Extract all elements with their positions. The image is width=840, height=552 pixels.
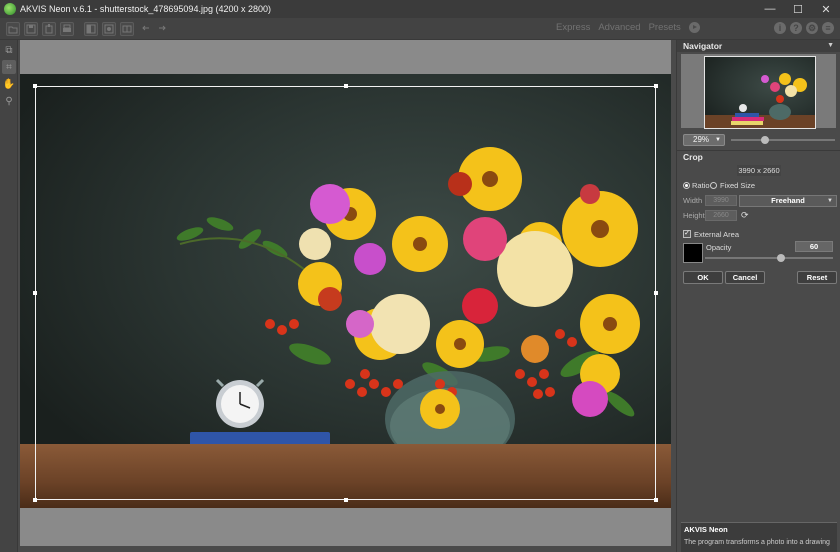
external-area-label: External Area [694,230,740,239]
canvas-bottom-strip [20,546,671,552]
express-mode-button[interactable]: Express [556,22,590,33]
crop-frame[interactable] [33,84,658,502]
redo-icon[interactable] [156,22,170,36]
settings-panel: Navigator ▼ 29% ▼ Crop 3990 x 2660 Ratio… [676,40,840,552]
app-logo-icon [4,3,16,15]
crop-mode-caret-icon: ▼ [827,198,833,204]
zoom-caret-icon: ▼ [715,137,721,143]
hand-icon[interactable]: ✋ [2,77,16,91]
presets-button[interactable]: Presets [649,22,681,33]
navigator-header: Navigator ▼ [677,40,840,52]
crop-handle-top-right[interactable] [654,84,658,88]
window-controls: — ☐ ✕ [756,0,840,18]
swap-orientation-icon[interactable]: ⟳ [741,210,749,221]
help-icon[interactable]: ? [790,22,802,34]
help-title: AKVIS Neon [684,525,728,534]
height-label: Height [683,211,705,220]
ok-button[interactable]: OK [683,271,723,284]
opacity-label: Opacity [706,243,732,252]
zoom-value: 29% [693,135,710,144]
collapse-arrow-icon[interactable]: ▼ [827,40,834,52]
crop-mode-dropdown[interactable]: Freehand ▼ [739,195,837,207]
save-icon[interactable] [24,22,38,36]
zoom-icon[interactable]: ⚲ [2,94,16,108]
crop-handle-top[interactable] [344,84,348,88]
zoom-slider[interactable] [731,136,835,144]
crop-handle-bottom-left[interactable] [33,498,37,502]
help-text: The program transforms a photo into a dr… [684,539,830,546]
ratio-radio[interactable] [683,182,690,189]
fixed-size-label: Fixed Size [720,181,756,190]
image-canvas[interactable] [20,40,671,546]
share-icon[interactable] [42,22,56,36]
compare-icon[interactable] [120,22,134,36]
help-panel: AKVIS Neon The program transforms a phot… [681,522,837,552]
crop-buttons-row: OK Cancel Reset [677,271,840,285]
advanced-mode-button[interactable]: Advanced [598,22,640,33]
fixed-size-radio[interactable] [710,182,717,189]
height-input[interactable]: 2660 [705,210,737,221]
opacity-slider[interactable] [705,254,833,262]
zoom-slider-thumb[interactable] [761,136,769,144]
ratio-label: Ratio [692,181,710,190]
reset-button[interactable]: Reset [797,271,837,284]
maximize-button[interactable]: ☐ [784,0,812,18]
title-bar: AKVIS Neon v.6.1 - shutterstock_47869509… [0,0,840,18]
help-icons: i ? ⚙ ≡ [774,22,834,34]
navigator-window[interactable] [681,54,836,129]
menu-icon[interactable]: ≡ [822,22,834,34]
width-label: Width [683,196,703,205]
zoom-dropdown[interactable]: 29% ▼ [683,134,725,146]
crop-tool-icon[interactable]: ⧉ [2,43,16,57]
navigator-thumbnail[interactable] [704,56,816,129]
close-button[interactable]: ✕ [812,0,840,18]
mode-switcher: Express Advanced Presets [556,22,700,33]
navigator-title: Navigator [683,41,723,51]
width-row: Width 3990 Freehand ▼ [677,195,840,208]
opacity-slider-thumb[interactable] [777,254,785,262]
settings-gear-icon[interactable]: ⚙ [806,22,818,34]
external-area-checkbox[interactable]: ✓ [683,230,691,238]
height-row: Height 2660 ⟳ [677,210,840,223]
ratio-row: Ratio Fixed Size [677,180,840,193]
cancel-button[interactable]: Cancel [725,271,765,284]
crop-handle-left[interactable] [33,291,37,295]
crop-section-title: Crop [677,150,840,162]
window-title: AKVIS Neon v.6.1 - shutterstock_47869509… [20,4,271,14]
after-icon[interactable] [102,22,116,36]
main-toolbar: Express Advanced Presets i ? ⚙ ≡ [0,18,840,40]
before-icon[interactable] [84,22,98,36]
crop-size-readout: 3990 x 2660 [737,165,781,176]
crop-handle-bottom-right[interactable] [654,498,658,502]
crop-handle-bottom[interactable] [344,498,348,502]
crop-active-icon[interactable]: ⌗ [2,60,16,74]
info-icon[interactable]: i [774,22,786,34]
crop-mode-value: Freehand [771,196,805,205]
thumbnail-preview [705,73,815,128]
undo-icon[interactable] [140,22,154,36]
tools-sidebar: ⧉ ⌗ ✋ ⚲ [0,40,18,552]
open-icon[interactable] [6,22,20,36]
run-play-icon[interactable] [688,22,700,33]
opacity-row: Opacity 60 [677,241,840,265]
zoom-row: 29% ▼ [677,134,840,150]
opacity-value[interactable]: 60 [795,241,833,252]
crop-handle-right[interactable] [654,291,658,295]
external-area-color-swatch[interactable] [683,243,703,263]
width-input[interactable]: 3990 [705,195,737,206]
crop-handle-top-left[interactable] [33,84,37,88]
minimize-button[interactable]: — [756,0,784,18]
print-icon[interactable] [60,22,74,36]
